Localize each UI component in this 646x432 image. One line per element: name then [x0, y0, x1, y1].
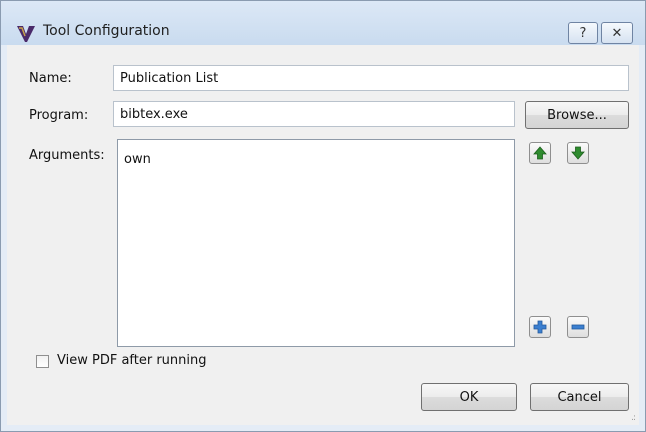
help-button[interactable]: ?: [568, 22, 598, 44]
name-label: Name:: [29, 71, 72, 86]
move-down-button[interactable]: [567, 142, 589, 164]
ok-button[interactable]: OK: [421, 383, 517, 411]
title-bar[interactable]: Tool Configuration ? ✕: [1, 1, 645, 45]
close-icon: ✕: [611, 25, 623, 41]
plus-icon: [533, 320, 547, 334]
name-input[interactable]: Publication List: [113, 65, 629, 91]
program-label: Program:: [29, 108, 89, 123]
arrow-down-icon: [571, 146, 585, 160]
tool-configuration-dialog: Tool Configuration ? ✕ Name: Publication…: [0, 0, 646, 432]
close-button[interactable]: ✕: [601, 22, 633, 44]
view-pdf-checkbox[interactable]: [36, 355, 49, 368]
remove-argument-button[interactable]: [567, 316, 589, 338]
resize-grip-icon[interactable]: .:: [631, 413, 636, 423]
add-argument-button[interactable]: [529, 316, 551, 338]
program-input[interactable]: bibtex.exe: [113, 101, 515, 127]
move-up-button[interactable]: [529, 142, 551, 164]
browse-button[interactable]: Browse...: [525, 101, 629, 129]
help-icon: ?: [579, 25, 587, 41]
dialog-body: Name: Publication List Program: bibtex.e…: [7, 45, 639, 425]
minus-icon: [571, 324, 585, 330]
window-title: Tool Configuration: [43, 23, 170, 39]
arrow-up-icon: [533, 146, 547, 160]
app-icon: [17, 26, 35, 42]
arguments-textarea[interactable]: own: [117, 139, 515, 347]
cancel-button[interactable]: Cancel: [530, 383, 629, 411]
arguments-label: Arguments:: [29, 148, 105, 163]
view-pdf-label: View PDF after running: [57, 353, 207, 368]
